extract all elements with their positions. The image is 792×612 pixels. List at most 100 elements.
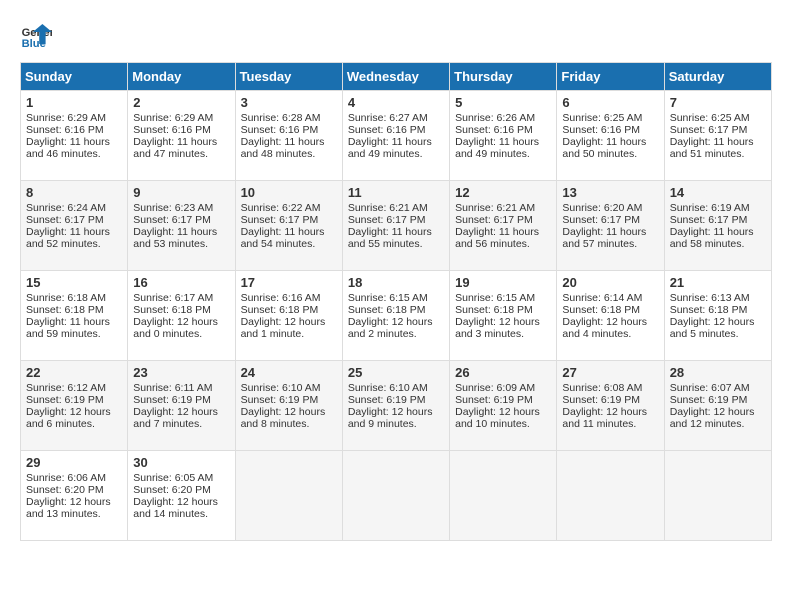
sunset-label: Sunset: 6:19 PM — [562, 394, 640, 406]
sunset-label: Sunset: 6:16 PM — [562, 124, 640, 136]
day-number: 18 — [348, 275, 444, 290]
daylight-label: Daylight: 12 hours and 8 minutes. — [241, 406, 326, 430]
calendar-week-3: 15Sunrise: 6:18 AMSunset: 6:18 PMDayligh… — [21, 271, 772, 361]
daylight-label: Daylight: 11 hours and 50 minutes. — [562, 136, 646, 160]
daylight-label: Daylight: 11 hours and 54 minutes. — [241, 226, 325, 250]
daylight-label: Daylight: 11 hours and 55 minutes. — [348, 226, 432, 250]
calendar-cell: 28Sunrise: 6:07 AMSunset: 6:19 PMDayligh… — [664, 361, 771, 451]
calendar-cell: 16Sunrise: 6:17 AMSunset: 6:18 PMDayligh… — [128, 271, 235, 361]
calendar-week-1: 1Sunrise: 6:29 AMSunset: 6:16 PMDaylight… — [21, 91, 772, 181]
sunset-label: Sunset: 6:19 PM — [133, 394, 211, 406]
logo-icon: General Blue — [20, 20, 52, 52]
sunrise-label: Sunrise: 6:15 AM — [348, 292, 428, 304]
day-number: 8 — [26, 185, 122, 200]
sunrise-label: Sunrise: 6:06 AM — [26, 472, 106, 484]
sunrise-label: Sunrise: 6:18 AM — [26, 292, 106, 304]
daylight-label: Daylight: 12 hours and 9 minutes. — [348, 406, 433, 430]
daylight-label: Daylight: 12 hours and 2 minutes. — [348, 316, 433, 340]
sunrise-label: Sunrise: 6:25 AM — [562, 112, 642, 124]
calendar-cell: 11Sunrise: 6:21 AMSunset: 6:17 PMDayligh… — [342, 181, 449, 271]
sunset-label: Sunset: 6:19 PM — [26, 394, 104, 406]
day-number: 2 — [133, 95, 229, 110]
sunset-label: Sunset: 6:18 PM — [562, 304, 640, 316]
sunrise-label: Sunrise: 6:19 AM — [670, 202, 750, 214]
sunset-label: Sunset: 6:19 PM — [455, 394, 533, 406]
sunrise-label: Sunrise: 6:09 AM — [455, 382, 535, 394]
day-number: 20 — [562, 275, 658, 290]
sunset-label: Sunset: 6:17 PM — [455, 214, 533, 226]
sunset-label: Sunset: 6:19 PM — [241, 394, 319, 406]
sunset-label: Sunset: 6:18 PM — [241, 304, 319, 316]
sunrise-label: Sunrise: 6:20 AM — [562, 202, 642, 214]
sunset-label: Sunset: 6:18 PM — [133, 304, 211, 316]
sunset-label: Sunset: 6:16 PM — [26, 124, 104, 136]
daylight-label: Daylight: 11 hours and 47 minutes. — [133, 136, 217, 160]
daylight-label: Daylight: 12 hours and 12 minutes. — [670, 406, 755, 430]
calendar-cell: 10 Sunrise: 6:22 AMSunset: 6:17 PMDayligh… — [235, 181, 342, 271]
day-number: 21 — [670, 275, 766, 290]
day-number: 10 — [241, 185, 337, 200]
sunset-label: Sunset: 6:20 PM — [26, 484, 104, 496]
daylight-label: Daylight: 11 hours and 52 minutes. — [26, 226, 110, 250]
logo: General Blue — [20, 20, 52, 52]
daylight-label: Daylight: 12 hours and 5 minutes. — [670, 316, 755, 340]
sunset-label: Sunset: 6:16 PM — [241, 124, 319, 136]
day-number: 3 — [241, 95, 337, 110]
calendar-header-row: SundayMondayTuesdayWednesdayThursdayFrid… — [21, 63, 772, 91]
daylight-label: Daylight: 11 hours and 53 minutes. — [133, 226, 217, 250]
calendar-cell: 14 Sunrise: 6:19 AMSunset: 6:17 PMDayligh… — [664, 181, 771, 271]
calendar-body: 1Sunrise: 6:29 AMSunset: 6:16 PMDaylight… — [21, 91, 772, 541]
day-number: 9 — [133, 185, 229, 200]
sunrise-label: Sunrise: 6:15 AM — [455, 292, 535, 304]
header-sunday: Sunday — [21, 63, 128, 91]
calendar-cell: 19Sunrise: 6:15 AMSunset: 6:18 PMDayligh… — [450, 271, 557, 361]
daylight-label: Daylight: 11 hours and 51 minutes. — [670, 136, 754, 160]
calendar-cell: 4Sunrise: 6:27 AMSunset: 6:16 PMDaylight… — [342, 91, 449, 181]
daylight-label: Daylight: 12 hours and 11 minutes. — [562, 406, 647, 430]
calendar-cell: 24 Sunrise: 6:10 AMSunset: 6:19 PMDayligh… — [235, 361, 342, 451]
day-number: 1 — [26, 95, 122, 110]
calendar-cell: 17Sunrise: 6:16 AMSunset: 6:18 PMDayligh… — [235, 271, 342, 361]
day-number: 29 — [26, 455, 122, 470]
day-number: 24 — [241, 365, 337, 380]
calendar-cell: 15Sunrise: 6:18 AMSunset: 6:18 PMDayligh… — [21, 271, 128, 361]
sunset-label: Sunset: 6:17 PM — [670, 214, 748, 226]
calendar-cell: 18Sunrise: 6:15 AMSunset: 6:18 PMDayligh… — [342, 271, 449, 361]
header-tuesday: Tuesday — [235, 63, 342, 91]
daylight-label: Daylight: 12 hours and 13 minutes. — [26, 496, 111, 520]
sunrise-label: Sunrise: 6:24 AM — [26, 202, 106, 214]
sunrise-label: Sunrise: 6:21 AM — [455, 202, 535, 214]
sunset-label: Sunset: 6:16 PM — [133, 124, 211, 136]
header-monday: Monday — [128, 63, 235, 91]
calendar-cell: 8Sunrise: 6:24 AMSunset: 6:17 PMDaylight… — [21, 181, 128, 271]
sunrise-label: Sunrise: 6:22 AM — [241, 202, 321, 214]
sunrise-label: Sunrise: 6:21 AM — [348, 202, 428, 214]
sunrise-label: Sunrise: 6:27 AM — [348, 112, 428, 124]
sunset-label: Sunset: 6:17 PM — [241, 214, 319, 226]
daylight-label: Daylight: 11 hours and 48 minutes. — [241, 136, 325, 160]
sunrise-label: Sunrise: 6:10 AM — [348, 382, 428, 394]
sunset-label: Sunset: 6:17 PM — [133, 214, 211, 226]
page-header: General Blue — [20, 20, 772, 52]
day-number: 5 — [455, 95, 551, 110]
day-number: 25 — [348, 365, 444, 380]
calendar-cell: 7Sunrise: 6:25 AMSunset: 6:17 PMDaylight… — [664, 91, 771, 181]
day-number: 22 — [26, 365, 122, 380]
calendar-cell: 26Sunrise: 6:09 AMSunset: 6:19 PMDayligh… — [450, 361, 557, 451]
calendar-cell: 21Sunrise: 6:13 AMSunset: 6:18 PMDayligh… — [664, 271, 771, 361]
day-number: 16 — [133, 275, 229, 290]
daylight-label: Daylight: 11 hours and 58 minutes. — [670, 226, 754, 250]
daylight-label: Daylight: 12 hours and 6 minutes. — [26, 406, 111, 430]
sunrise-label: Sunrise: 6:05 AM — [133, 472, 213, 484]
sunrise-label: Sunrise: 6:10 AM — [241, 382, 321, 394]
day-number: 17 — [241, 275, 337, 290]
calendar-table: SundayMondayTuesdayWednesdayThursdayFrid… — [20, 62, 772, 541]
sunrise-label: Sunrise: 6:08 AM — [562, 382, 642, 394]
calendar-cell — [342, 451, 449, 541]
sunrise-label: Sunrise: 6:16 AM — [241, 292, 321, 304]
day-number: 11 — [348, 185, 444, 200]
calendar-cell — [664, 451, 771, 541]
sunrise-label: Sunrise: 6:11 AM — [133, 382, 212, 394]
day-number: 14 — [670, 185, 766, 200]
day-number: 6 — [562, 95, 658, 110]
